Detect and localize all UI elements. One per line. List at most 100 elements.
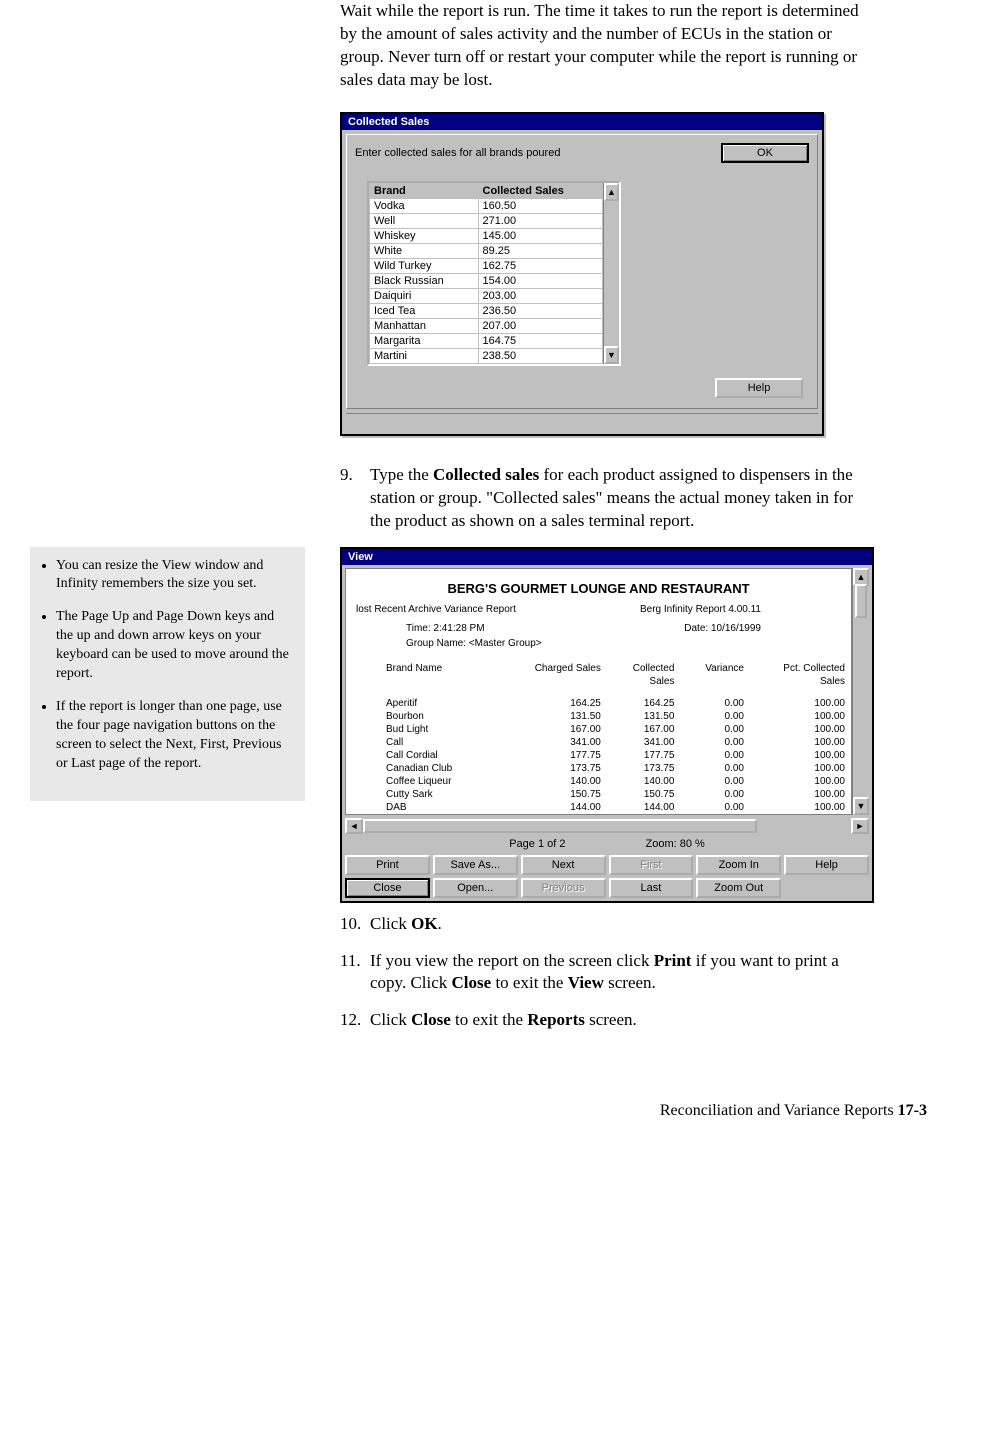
zoomout-button[interactable]: Zoom Out bbox=[696, 878, 781, 898]
cell-charged: 167.00 bbox=[500, 723, 607, 736]
report-date: Date: 10/16/1999 bbox=[684, 623, 761, 634]
cell-brand: Bourbon bbox=[346, 710, 500, 723]
table-row[interactable]: Black Russian154.00 bbox=[370, 273, 603, 288]
table-row: Bourbon131.50131.500.00100.00 bbox=[346, 710, 851, 723]
step-number: 9. bbox=[340, 464, 370, 533]
table-row[interactable]: Whiskey145.00 bbox=[370, 228, 603, 243]
collected-sales-dialog: Collected Sales Enter collected sales fo… bbox=[340, 112, 824, 436]
cell-value[interactable]: 145.00 bbox=[478, 228, 603, 243]
step-11: 11. If you view the report on the screen… bbox=[340, 950, 870, 996]
cell-pct: 100.00 bbox=[750, 788, 851, 801]
ok-button[interactable]: OK bbox=[721, 143, 809, 163]
cell-value[interactable]: 154.00 bbox=[478, 273, 603, 288]
cell-collected: 167.00 bbox=[607, 723, 681, 736]
view-window: View BERG'S GOURMET LOUNGE AND RESTAURAN… bbox=[340, 547, 874, 903]
cell-pct: 100.00 bbox=[750, 723, 851, 736]
col-collected: Collected bbox=[607, 663, 681, 676]
cell-value[interactable]: 236.50 bbox=[478, 303, 603, 318]
view-statusbar: Page 1 of 2 Zoom: 80 % bbox=[342, 836, 872, 852]
scroll-thumb[interactable] bbox=[855, 584, 867, 618]
scroll-thumb[interactable] bbox=[363, 819, 757, 833]
cell-value[interactable]: 238.50 bbox=[478, 348, 603, 363]
scroll-up-icon[interactable]: ▲ bbox=[604, 183, 619, 201]
cell-pct: 100.00 bbox=[750, 775, 851, 788]
previous-button[interactable]: Previous bbox=[521, 878, 606, 898]
cell-value[interactable]: 207.00 bbox=[478, 318, 603, 333]
col-collected-sales: Collected Sales bbox=[478, 183, 603, 198]
zoomin-button[interactable]: Zoom In bbox=[696, 855, 781, 875]
table-row: Call341.00341.000.00100.00 bbox=[346, 736, 851, 749]
cell-pct: 100.00 bbox=[750, 801, 851, 814]
cell-brand: Aperitif bbox=[346, 697, 500, 710]
col-variance: Variance bbox=[680, 663, 750, 676]
cell-brand: Vodka bbox=[370, 198, 479, 213]
scroll-down-icon[interactable]: ▼ bbox=[853, 797, 869, 815]
cell-brand: Martini bbox=[370, 348, 479, 363]
report-subtitle-left: lost Recent Archive Variance Report bbox=[356, 604, 516, 615]
cell-brand: Well bbox=[370, 213, 479, 228]
cell-brand: Canadian Club bbox=[346, 762, 500, 775]
table-row[interactable]: Martini238.50 bbox=[370, 348, 603, 363]
table-row[interactable]: Wild Turkey162.75 bbox=[370, 258, 603, 273]
report-subtitle-right: Berg Infinity Report 4.00.11 bbox=[640, 604, 761, 615]
cell-collected: 173.75 bbox=[607, 762, 681, 775]
table-row[interactable]: Margarita164.75 bbox=[370, 333, 603, 348]
saveas-button[interactable]: Save As... bbox=[433, 855, 518, 875]
cell-value[interactable]: 160.50 bbox=[478, 198, 603, 213]
cell-value[interactable]: 162.75 bbox=[478, 258, 603, 273]
table-row: Bud Light167.00167.000.00100.00 bbox=[346, 723, 851, 736]
col-brand-name: Brand Name bbox=[346, 663, 500, 676]
collected-sales-grid[interactable]: Brand Collected Sales Vodka160.50Well271… bbox=[367, 181, 621, 366]
last-button[interactable]: Last bbox=[609, 878, 694, 898]
col-charged: Charged Sales bbox=[500, 663, 607, 676]
dialog-instruction: Enter collected sales for all brands pou… bbox=[355, 147, 560, 159]
table-row[interactable]: Daiquiri203.00 bbox=[370, 288, 603, 303]
scroll-left-icon[interactable]: ◄ bbox=[345, 818, 363, 834]
open-button[interactable]: Open... bbox=[433, 878, 518, 898]
table-row[interactable]: Well271.00 bbox=[370, 213, 603, 228]
cell-value[interactable]: 89.25 bbox=[478, 243, 603, 258]
next-button[interactable]: Next bbox=[521, 855, 606, 875]
help-button[interactable]: Help bbox=[715, 378, 803, 398]
col-pct: Pct. Collected bbox=[750, 663, 851, 676]
table-row[interactable]: Manhattan207.00 bbox=[370, 318, 603, 333]
view-title: View bbox=[342, 549, 872, 565]
dialog-title: Collected Sales bbox=[342, 114, 822, 130]
cell-brand: Black Russian bbox=[370, 273, 479, 288]
table-row[interactable]: White89.25 bbox=[370, 243, 603, 258]
cell-value[interactable]: 164.75 bbox=[478, 333, 603, 348]
cell-value[interactable]: 271.00 bbox=[478, 213, 603, 228]
close-button[interactable]: Close bbox=[345, 878, 430, 898]
step-9: 9. Type the Collected sales for each pro… bbox=[340, 464, 870, 533]
table-row: Cutty Sark150.75150.750.00100.00 bbox=[346, 788, 851, 801]
cell-variance: 0.00 bbox=[680, 749, 750, 762]
cell-variance: 0.00 bbox=[680, 801, 750, 814]
table-row: DAB144.00144.000.00100.00 bbox=[346, 801, 851, 814]
cell-value[interactable]: 203.00 bbox=[478, 288, 603, 303]
table-row[interactable]: Iced Tea236.50 bbox=[370, 303, 603, 318]
help-button[interactable]: Help bbox=[784, 855, 869, 875]
dialog-statusbar bbox=[346, 413, 818, 430]
cell-charged: 177.75 bbox=[500, 749, 607, 762]
view-hscrollbar[interactable]: ◄ ► bbox=[345, 818, 869, 834]
print-button[interactable]: Print bbox=[345, 855, 430, 875]
table-row: Canadian Club173.75173.750.00100.00 bbox=[346, 762, 851, 775]
cell-variance: 0.00 bbox=[680, 788, 750, 801]
step-12: 12. Click Close to exit the Reports scre… bbox=[340, 1009, 870, 1032]
cell-collected: 164.25 bbox=[607, 697, 681, 710]
view-vscrollbar[interactable]: ▲ ▼ bbox=[852, 568, 869, 815]
cell-variance: 0.00 bbox=[680, 723, 750, 736]
side-note: You can resize the View window and Infin… bbox=[30, 547, 305, 802]
table-row[interactable]: Vodka160.50 bbox=[370, 198, 603, 213]
cell-variance: 0.00 bbox=[680, 762, 750, 775]
cell-collected: 144.00 bbox=[607, 801, 681, 814]
cell-charged: 150.75 bbox=[500, 788, 607, 801]
grid-scrollbar[interactable]: ▲ ▼ bbox=[603, 183, 619, 364]
first-button[interactable]: First bbox=[609, 855, 694, 875]
cell-pct: 100.00 bbox=[750, 710, 851, 723]
scroll-down-icon[interactable]: ▼ bbox=[604, 346, 619, 364]
cell-collected: 177.75 bbox=[607, 749, 681, 762]
cell-brand: Margarita bbox=[370, 333, 479, 348]
cell-collected: 140.00 bbox=[607, 775, 681, 788]
scroll-right-icon[interactable]: ► bbox=[851, 818, 869, 834]
